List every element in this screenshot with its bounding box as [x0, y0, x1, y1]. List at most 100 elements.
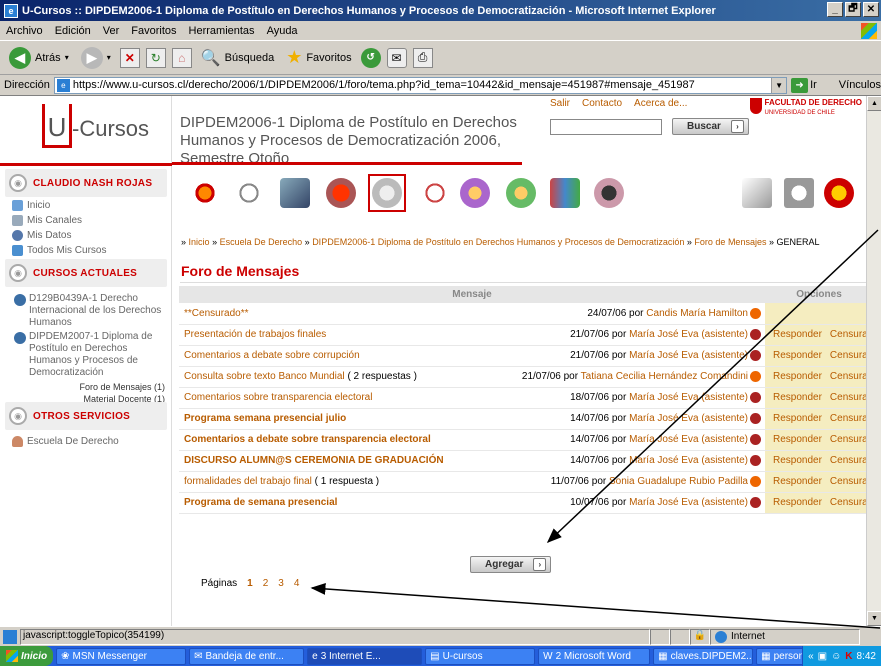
sidebar-item-mis-canales[interactable]: Mis Canales: [12, 215, 82, 226]
menu-herramientas[interactable]: Herramientas: [189, 25, 255, 37]
subnav-foro[interactable]: Foro de Mensajes (1): [79, 382, 165, 392]
author-link[interactable]: María José Eva (asistente): [629, 350, 748, 361]
page-link-4[interactable]: 4: [294, 578, 300, 589]
favorites-button[interactable]: ★ Favoritos: [283, 44, 354, 72]
reply-link[interactable]: Responder: [773, 371, 822, 382]
address-input[interactable]: e https://www.u-cursos.cl/derecho/2006/1…: [53, 76, 788, 94]
topic-link[interactable]: Comentarios a debate sobre transparencia…: [184, 434, 431, 445]
author-link[interactable]: María José Eva (asistente): [629, 497, 748, 508]
forward-button[interactable]: ▶ ▾: [78, 44, 114, 72]
censor-link[interactable]: Censurar: [830, 455, 866, 466]
task-outlook[interactable]: ✉ Bandeja de entr...: [189, 647, 305, 665]
refresh-icon[interactable]: ↻: [145, 47, 166, 68]
censor-link[interactable]: Censurar: [830, 476, 866, 487]
network-icon[interactable]: ▣: [818, 651, 827, 662]
reply-link[interactable]: Responder: [773, 476, 822, 487]
spy-icon[interactable]: [590, 174, 628, 212]
task-word[interactable]: W2 Microsoft Word: [538, 647, 651, 665]
menu-ayuda[interactable]: Ayuda: [267, 25, 298, 37]
scroll-down-icon[interactable]: ▼: [867, 611, 881, 626]
censor-link[interactable]: Censurar: [830, 329, 866, 340]
links-toolbar[interactable]: Vínculos: [839, 79, 881, 91]
task-ie[interactable]: e3 Internet E...: [307, 647, 423, 665]
minimize-button[interactable]: _: [827, 2, 843, 17]
author-link[interactable]: María José Eva (asistente): [629, 455, 748, 466]
censor-link[interactable]: Censurar: [830, 434, 866, 445]
reply-link[interactable]: Responder: [773, 413, 822, 424]
task-folder[interactable]: ▤ U-cursos: [425, 647, 536, 665]
author-link[interactable]: Tatiana Cecilia Hernández Comandini: [581, 371, 748, 382]
close-button[interactable]: ✕: [863, 2, 879, 17]
acerca-link[interactable]: Acerca de...: [634, 98, 687, 109]
author-link[interactable]: María José Eva (asistente): [629, 434, 748, 445]
sidebar-item-todos-mis-cursos[interactable]: Todos Mis Cursos: [12, 245, 106, 256]
breadcrumb-foro[interactable]: Foro de Mensajes: [694, 237, 766, 247]
menu-edicion[interactable]: Edición: [55, 25, 91, 37]
course-item[interactable]: DIPDEM2007-1 Diploma de Postítulo en Der…: [14, 331, 166, 379]
censor-link[interactable]: Censurar: [830, 497, 866, 508]
reply-link[interactable]: Responder: [773, 497, 822, 508]
go-button[interactable]: ➜ Ir: [791, 77, 817, 93]
menu-favoritos[interactable]: Favoritos: [131, 25, 176, 37]
back-button[interactable]: ◀ Atrás ▾: [6, 44, 72, 72]
scroll-up-icon[interactable]: ▲: [867, 96, 881, 111]
page-link-1[interactable]: 1: [247, 578, 253, 589]
reply-link[interactable]: Responder: [773, 329, 822, 340]
censor-link[interactable]: Censurar: [830, 392, 866, 403]
magnifier-icon[interactable]: [230, 174, 268, 212]
mail-icon[interactable]: ✉: [386, 47, 407, 68]
topic-link[interactable]: Consulta sobre texto Banco Mundial: [184, 371, 345, 382]
search-button[interactable]: 🔍 Búsqueda: [198, 44, 277, 72]
chevron-down-icon[interactable]: ▼: [771, 77, 787, 93]
topic-link[interactable]: Programa semana presencial julio: [184, 413, 346, 424]
menu-ver[interactable]: Ver: [103, 25, 120, 37]
sidebar-item-mis-datos[interactable]: Mis Datos: [12, 230, 71, 241]
antivirus-icon[interactable]: K: [845, 651, 852, 662]
tray-chevron-icon[interactable]: «: [808, 651, 814, 662]
topic-link[interactable]: Presentación de trabajos finales: [184, 329, 326, 340]
page-link-3[interactable]: 3: [278, 578, 284, 589]
censor-link[interactable]: Censurar: [830, 350, 866, 361]
sidebar-item-inicio[interactable]: Inicio: [12, 200, 50, 211]
calendar-icon[interactable]: [322, 174, 360, 212]
faculty-logo[interactable]: FACULTAD DE DERECHO UNIVERSIDAD DE CHILE: [749, 98, 862, 118]
breadcrumb-course[interactable]: DIPDEM2006-1 Diploma de Postítulo en Der…: [312, 237, 684, 247]
author-link[interactable]: Candis María Hamilton: [646, 308, 748, 319]
people-icon[interactable]: ☺: [831, 651, 841, 662]
breadcrumb-escuela[interactable]: Escuela De Derecho: [220, 237, 303, 247]
author-link[interactable]: María José Eva (asistente): [629, 329, 748, 340]
books-icon[interactable]: [546, 174, 584, 212]
censor-link[interactable]: Censurar: [830, 413, 866, 424]
author-link[interactable]: María José Eva (asistente): [629, 413, 748, 424]
censor-link[interactable]: Censurar: [830, 371, 866, 382]
reply-link[interactable]: Responder: [773, 350, 822, 361]
buscar-button[interactable]: Buscar ›: [672, 118, 749, 135]
mail-icon[interactable]: [276, 174, 314, 212]
reply-link[interactable]: Responder: [773, 434, 822, 445]
author-link[interactable]: María José Eva (asistente): [629, 392, 748, 403]
menu-archivo[interactable]: Archivo: [6, 25, 43, 37]
ucursos-logo[interactable]: U -Cursos: [18, 104, 158, 154]
help-icon[interactable]: [820, 174, 858, 212]
start-button[interactable]: Inicio: [0, 646, 54, 666]
page-link-2[interactable]: 2: [263, 578, 269, 589]
group-icon[interactable]: [502, 174, 540, 212]
breadcrumb-inicio[interactable]: Inicio: [189, 237, 210, 247]
topic-link[interactable]: **Censurado**: [184, 308, 249, 319]
search-input[interactable]: [550, 118, 662, 135]
clock-icon[interactable]: [416, 174, 454, 212]
gears-icon[interactable]: [186, 174, 224, 212]
contacto-link[interactable]: Contacto: [582, 98, 622, 109]
topic-link[interactable]: Comentarios a debate sobre corrupción: [184, 350, 360, 361]
forum-icon[interactable]: [368, 174, 406, 212]
task-excel-1[interactable]: ▦ claves.DIPDEM2...: [653, 647, 754, 665]
restore-button[interactable]: 🗗: [845, 2, 861, 17]
notebook-icon[interactable]: [738, 174, 776, 212]
course-item[interactable]: D129B0439A-1 Derecho Internacional de lo…: [14, 293, 166, 329]
author-link[interactable]: Sonia Guadalupe Rubio Padilla: [609, 476, 748, 487]
topic-link[interactable]: formalidades del trabajo final: [184, 476, 312, 487]
user-icon[interactable]: [456, 174, 494, 212]
topic-link[interactable]: DISCURSO ALUMN@S CEREMONIA DE GRADUACIÓN: [184, 455, 444, 466]
agregar-button[interactable]: Agregar ›: [470, 556, 552, 573]
sidebar-item-escuela[interactable]: Escuela De Derecho: [12, 436, 119, 447]
